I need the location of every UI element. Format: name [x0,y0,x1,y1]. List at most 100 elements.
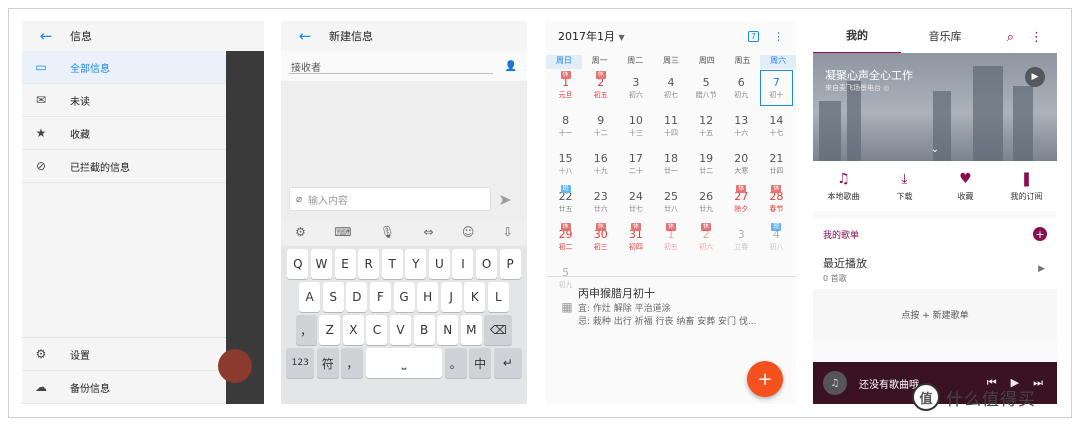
calendar-day[interactable]: 休 1 初五 [653,221,688,259]
shortcut-favorites[interactable]: ♥ 收藏 [935,171,996,202]
key[interactable]: M [460,315,482,345]
shortcut-downloads[interactable]: ⤓ 下载 [874,171,935,202]
calendar-day[interactable]: 12 十五 [689,107,724,145]
key[interactable]: X [342,315,364,345]
calendar-day[interactable]: 班 22 廿五 [548,183,583,221]
add-event-fab[interactable]: + [747,361,783,397]
key[interactable]: F [369,282,391,312]
back-arrow-icon[interactable]: ← [293,27,317,45]
key[interactable]: R [358,249,380,279]
recipient-field[interactable]: 接收者 👤 [281,51,527,81]
calendar-day[interactable]: 休 28 春节 [759,183,794,221]
tab-mine[interactable]: 我的 [813,21,901,54]
key[interactable]: K [464,282,486,312]
search-icon[interactable]: ⌕ [1007,30,1014,45]
backspace-key[interactable]: ⌫ [484,315,513,345]
keyboard-icon[interactable]: ⌨ [334,225,351,239]
key[interactable]: O [476,249,498,279]
key[interactable]: E [334,249,356,279]
comma-key[interactable]: ， [341,348,364,378]
key[interactable]: S [322,282,344,312]
calendar-day[interactable]: 休 2 初五 [583,69,618,107]
play-icon[interactable]: ▶ [1025,67,1045,87]
numbers-key[interactable]: 123 [286,348,315,378]
key[interactable]: U [428,249,450,279]
key[interactable]: G [393,282,415,312]
key[interactable]: A [299,282,321,312]
emoji-icon[interactable]: ☺ [462,225,475,239]
calendar-day[interactable]: 13 十六 [724,107,759,145]
calendar-day[interactable]: 18 廿一 [653,145,688,183]
key[interactable]: P [499,249,521,279]
cursor-move-icon[interactable]: ⇔ [423,225,433,239]
featured-banner[interactable]: 凝聚心声全心工作 来自麦飞场景电台 ◎ ▶ ⌄ [813,53,1057,161]
calendar-day[interactable]: 8 十一 [548,107,583,145]
create-playlist-hint[interactable]: 点按 + 新建歌单 [813,289,1057,339]
calendar-day[interactable]: 23 廿六 [583,183,618,221]
message-input[interactable]: ⌀ 输入内容 [289,187,491,211]
gear-icon[interactable]: ⚙ [295,225,306,239]
send-icon[interactable]: ➤ [491,190,519,209]
back-arrow-icon[interactable]: ← [34,27,58,45]
more-icon[interactable]: ⋮ [773,30,784,43]
contact-icon[interactable]: 👤 [505,61,517,72]
key[interactable]: N [437,315,459,345]
drawer-item-settings[interactable]: ⚙ 设置 [22,338,226,371]
calendar-day[interactable]: 16 十九 [583,145,618,183]
key[interactable]: B [413,315,435,345]
drawer-item-blocked[interactable]: ⊘ 已拦截的信息 [22,150,226,183]
calendar-day[interactable]: 休 1 元旦 [548,69,583,107]
key[interactable]: J [440,282,462,312]
calendar-day[interactable]: 11 十四 [653,107,688,145]
shortcut-local-songs[interactable]: ♫ 本地歌曲 [813,171,874,202]
calendar-day[interactable]: 20 大寒 [724,145,759,183]
key[interactable]: T [381,249,403,279]
calendar-day[interactable]: 4 初七 [653,69,688,107]
chevron-down-icon[interactable]: ⌄ [931,144,939,155]
calendar-day[interactable]: 17 二十 [618,145,653,183]
calendar-day[interactable]: 25 廿八 [653,183,688,221]
attachment-icon[interactable]: ⌀ [296,194,302,205]
recent-playlist[interactable]: 最近播放 0 首歌 ▶ [813,249,1057,289]
space-key[interactable]: ⎵ [366,348,442,378]
more-icon[interactable]: ⋮ [1030,30,1043,45]
play-arrow-icon[interactable]: ▶ [1038,264,1045,274]
calendar-day[interactable]: 班 4 初八 [759,221,794,259]
calendar-day[interactable]: 休 31 初四 [618,221,653,259]
calendar-day[interactable]: 休 2 初六 [689,221,724,259]
mic-icon[interactable]: 🎙 [380,225,395,239]
calendar-day[interactable]: 休 27 除夕 [724,183,759,221]
month-selector[interactable]: 2017年1月 ▼ [558,28,625,44]
calendar-day[interactable]: 26 廿九 [689,183,724,221]
drawer-item-unread[interactable]: ✉ 未读 [22,84,226,117]
key[interactable]: C [366,315,388,345]
calendar-day[interactable]: 休 30 初三 [583,221,618,259]
add-playlist-icon[interactable]: + [1033,227,1047,241]
calendar-day[interactable]: 14 十七 [759,107,794,145]
key[interactable]: ， [295,315,317,345]
calendar-day[interactable]: 3 立春 [724,221,759,259]
calendar-day[interactable]: 19 廿二 [689,145,724,183]
calendar-day[interactable]: 5 腊八节 [689,69,724,107]
calendar-day-today[interactable]: 7 初十 [759,69,794,107]
key[interactable]: V [390,315,411,345]
key[interactable]: H [417,282,439,312]
tab-library[interactable]: 音乐库 [901,21,989,53]
symbols-key[interactable]: 符 [316,348,339,378]
key[interactable]: W [310,249,332,279]
calendar-day[interactable]: 15 十八 [548,145,583,183]
key[interactable]: Z [319,315,341,345]
key[interactable]: L [487,282,509,312]
calendar-day[interactable]: 24 廿七 [618,183,653,221]
calendar-day[interactable]: 休 29 初二 [548,221,583,259]
key[interactable]: Q [287,249,309,279]
calendar-day[interactable]: 6 初九 [724,69,759,107]
calendar-day[interactable]: 10 十三 [618,107,653,145]
compose-fab[interactable] [218,349,252,383]
today-icon[interactable]: 7 [747,30,759,42]
language-key[interactable]: 中 [469,348,492,378]
key[interactable]: I [452,249,474,279]
drawer-item-backup[interactable]: ☁ 备份信息 [22,371,226,404]
drawer-item-favorites[interactable]: ★ 收藏 [22,117,226,150]
period-key[interactable]: 。 [444,348,467,378]
